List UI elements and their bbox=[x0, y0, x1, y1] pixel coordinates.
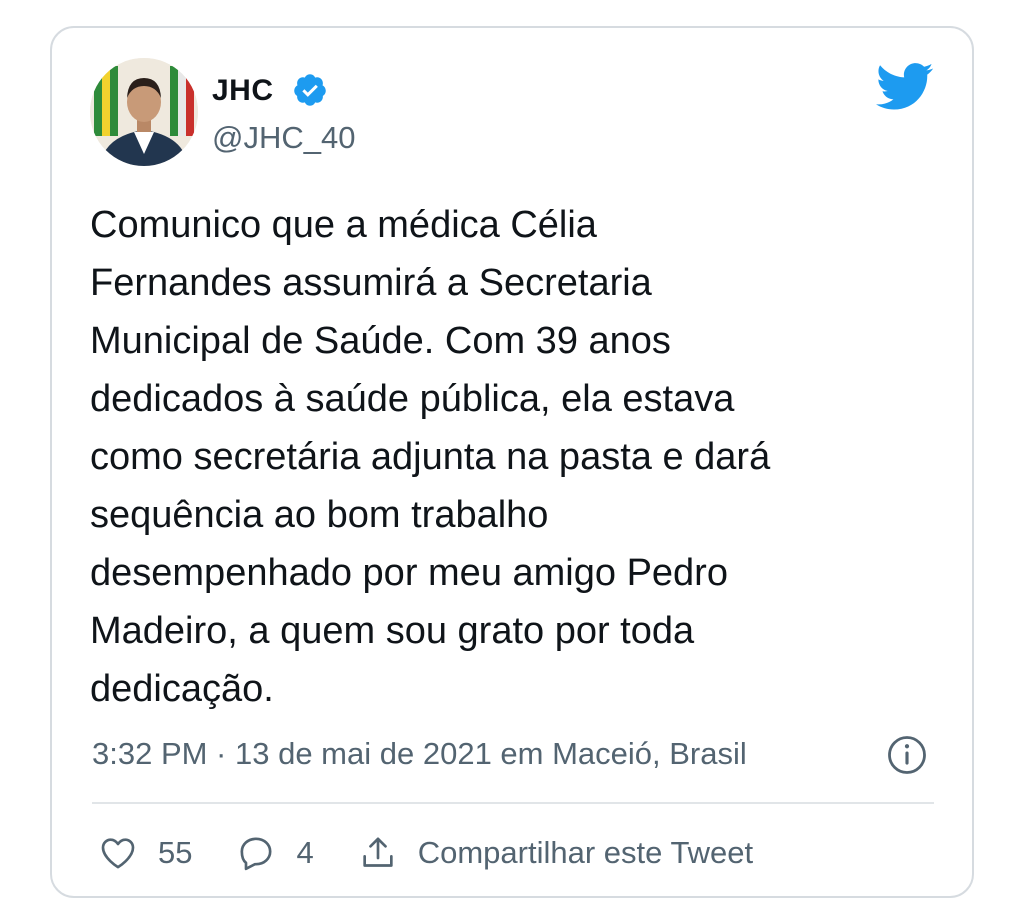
user-handle[interactable]: @JHC_40 bbox=[212, 120, 355, 156]
share-button[interactable]: Compartilhar este Tweet bbox=[358, 833, 753, 873]
twitter-bird-icon[interactable] bbox=[876, 62, 934, 112]
heart-icon bbox=[101, 838, 135, 869]
like-count: 55 bbox=[158, 835, 193, 870]
info-icon[interactable] bbox=[886, 734, 928, 776]
tweet-text: Comunico que a médica Célia Fernandes as… bbox=[90, 204, 771, 710]
divider bbox=[92, 802, 934, 804]
like-button[interactable]: 55 bbox=[98, 833, 192, 873]
display-name[interactable]: JHC bbox=[212, 74, 274, 108]
reply-bubble-icon bbox=[240, 837, 272, 871]
share-label: Compartilhar este Tweet bbox=[417, 835, 754, 870]
share-icon bbox=[363, 837, 393, 867]
verified-badge-icon bbox=[294, 74, 326, 106]
profile-photo-icon bbox=[90, 58, 198, 166]
reply-button[interactable]: 4 bbox=[236, 833, 314, 873]
avatar[interactable] bbox=[90, 58, 198, 166]
reply-count: 4 bbox=[296, 835, 314, 870]
action-bar: 55 4 Compartilhar este Tweet bbox=[98, 828, 797, 878]
tweet-card: JHC @JHC_40 Comunico que a médica Célia … bbox=[50, 26, 974, 898]
tweet-timestamp-location[interactable]: 3:32 PM · 13 de mai de 2021 em Maceió, B… bbox=[92, 736, 747, 772]
